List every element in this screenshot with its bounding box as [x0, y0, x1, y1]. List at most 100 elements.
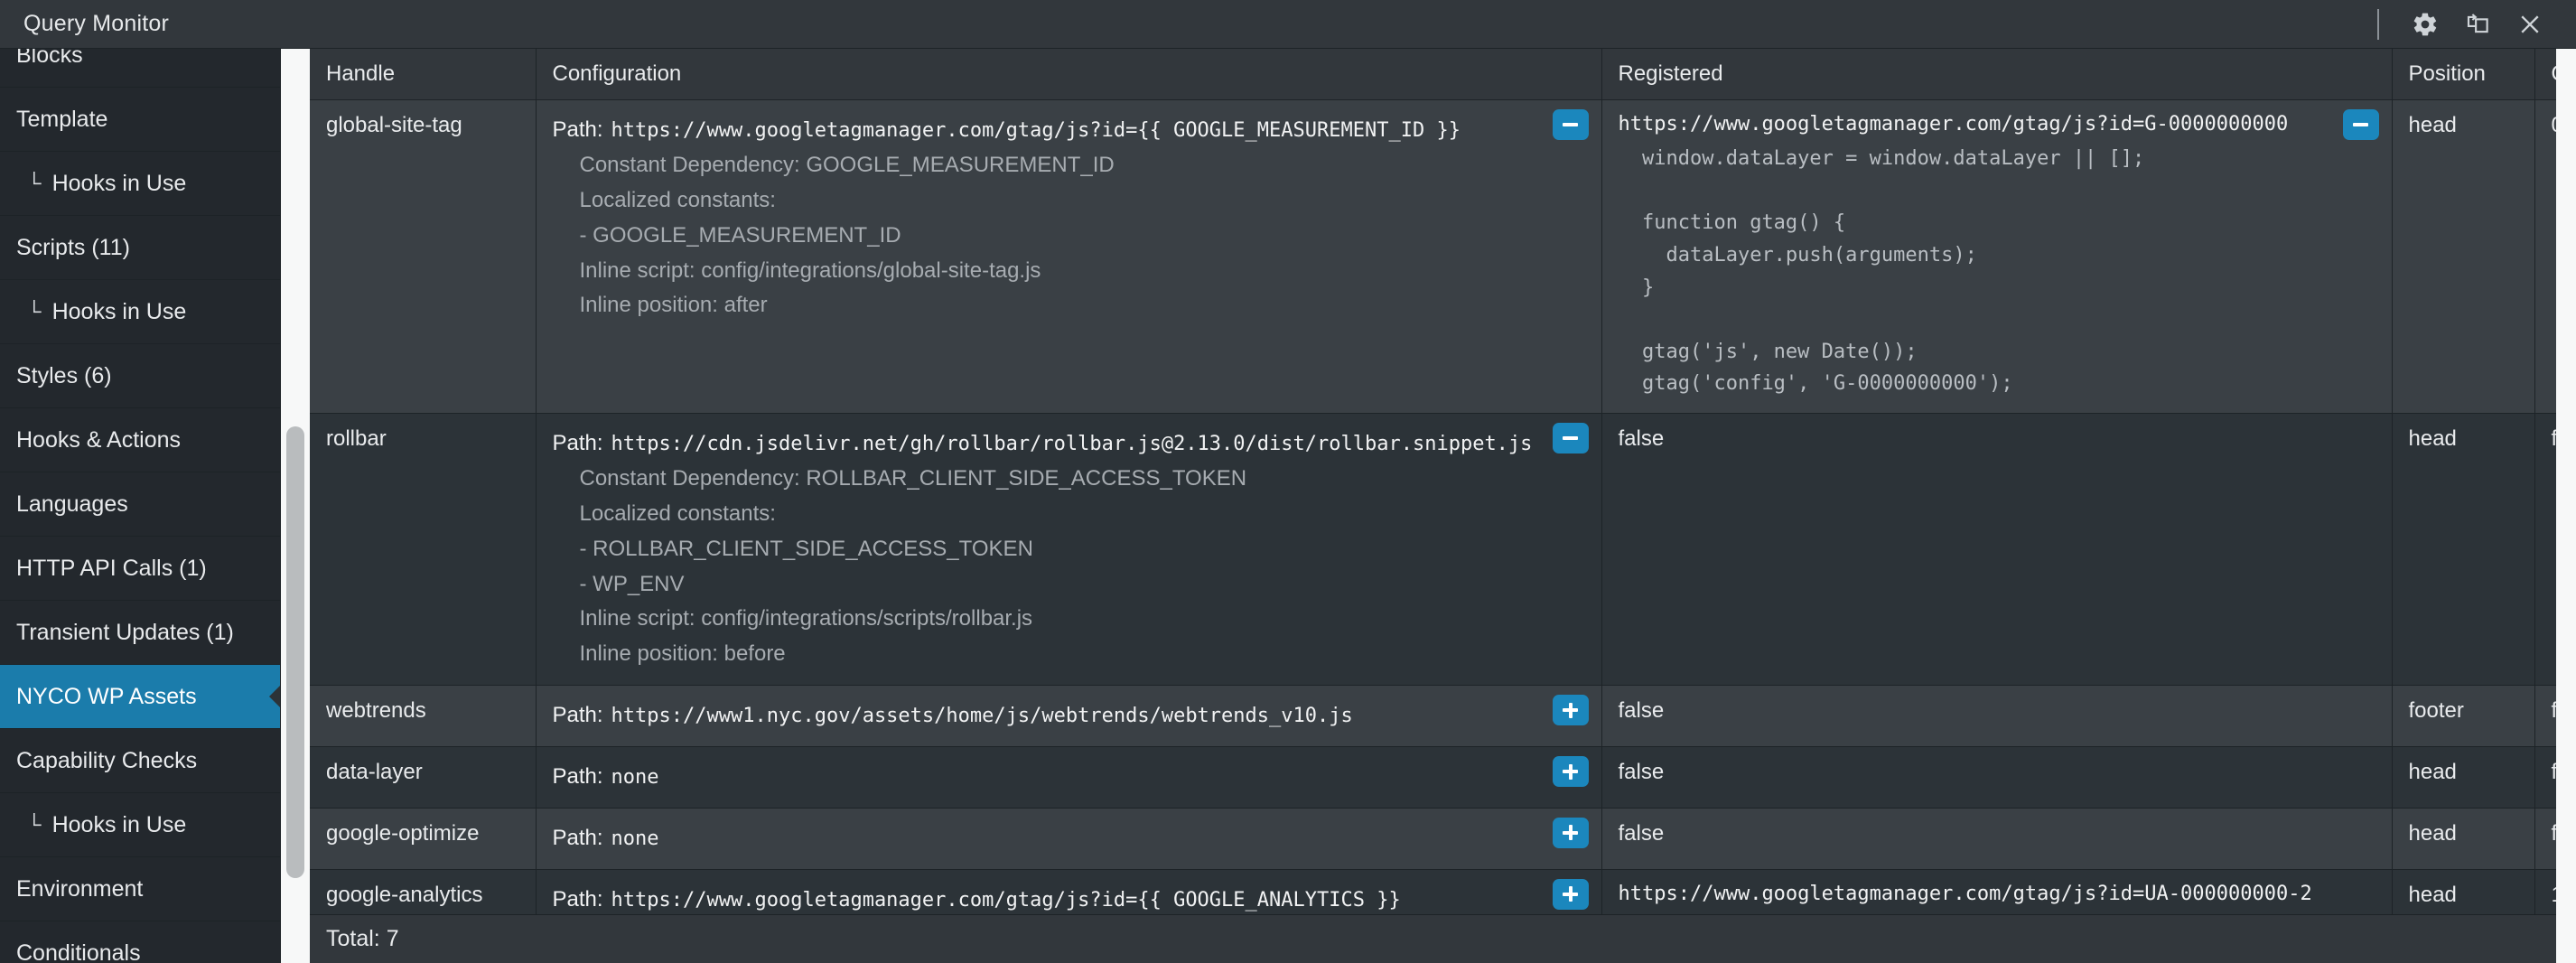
config-detail-line: - WP_ENV — [579, 571, 685, 596]
table-body: global-site-tag Path: https://www.googleta… — [310, 99, 2556, 914]
tree-corner-icon: └ — [27, 172, 42, 194]
sidebar-item-http-api-calls-1[interactable]: HTTP API Calls (1) — [0, 537, 280, 601]
sidebar-item-capability-checks[interactable]: Capability Checks — [0, 729, 280, 793]
popout-window-icon — [2464, 11, 2491, 38]
sidebar-item-hooks-in-use[interactable]: └ Hooks in Use — [0, 793, 280, 857]
cell-handle: google-optimize — [310, 808, 537, 870]
sidebar-item-label: Hooks in Use — [51, 811, 187, 837]
settings-button[interactable] — [2399, 0, 2451, 49]
sidebar-item-label: Scripts (11) — [16, 234, 130, 260]
query-monitor-window: Query Monitor Blocks Template └ Hooks in… — [0, 0, 2576, 963]
sidebar-item-scripts-11[interactable]: Scripts (11) — [0, 216, 280, 280]
window-controls — [2370, 0, 2556, 49]
column-header-handle[interactable]: Handle — [310, 49, 537, 100]
registered-url: https://www.googletagmanager.com/gtag/js… — [1618, 113, 2289, 136]
sidebar-item-hooks-in-use[interactable]: └ Hooks in Use — [0, 152, 280, 216]
config-path-label: Path: — [552, 431, 603, 455]
sidebar-list: Blocks Template └ Hooks in Use Scripts (11) └… — [0, 49, 280, 963]
cell-registered: false — [1601, 808, 2393, 870]
cell-position: head — [2392, 746, 2535, 809]
sidebar-item-label: Blocks — [16, 49, 83, 68]
table-row: webtrends Path: https://www1.nyc.gov/asset… — [310, 685, 2556, 747]
config-detail-line: Inline position: after — [579, 293, 768, 318]
cell-position: head — [2392, 808, 2535, 870]
config-detail-line: Localized constants: — [579, 500, 776, 526]
plus-icon-vertical — [1568, 825, 1573, 841]
minus-icon — [1563, 436, 1578, 440]
registered-value: false — [1618, 820, 1665, 846]
sidebar-nav: Blocks Template └ Hooks in Use Scripts (11) └… — [0, 49, 281, 963]
cell-queue: false — [2534, 808, 2556, 870]
close-button[interactable] — [2504, 0, 2556, 49]
config-path-value: none — [611, 827, 659, 850]
minus-icon — [2353, 123, 2368, 126]
title-bar: Query Monitor — [0, 0, 2576, 49]
cell-registered: false — [1601, 746, 2393, 809]
config-detail-line: Inline position: before — [579, 641, 786, 667]
config-detail-line: - ROLLBAR_CLIENT_SIDE_ACCESS_TOKEN — [579, 536, 1033, 561]
table-row: global-site-tag Path: https://www.googleta… — [310, 99, 2556, 414]
collapse-config-button[interactable] — [1552, 109, 1589, 140]
collapse-config-button[interactable] — [1552, 423, 1589, 453]
collapse-registered-button[interactable] — [2342, 109, 2379, 140]
table-row: rollbar Path: https://cdn.jsdelivr.net/gh/… — [310, 413, 2556, 687]
column-header-registered[interactable]: Registered — [1601, 49, 2393, 100]
main-panel: HandleConfigurationRegisteredPositionQue… — [310, 49, 2556, 963]
sidebar-item-label: Languages — [16, 491, 128, 517]
tree-corner-icon: └ — [27, 813, 42, 836]
expand-config-button[interactable] — [1552, 695, 1589, 726]
sidebar-scrollbar[interactable] — [281, 49, 310, 963]
cell-queue: 0 — [2534, 99, 2556, 414]
cell-handle: webtrends — [310, 685, 537, 747]
expand-config-button[interactable] — [1552, 878, 1589, 910]
sidebar-item-languages[interactable]: Languages — [0, 472, 280, 537]
sidebar-item-label: Styles (6) — [16, 362, 112, 388]
config-path-label: Path: — [552, 764, 603, 789]
sidebar-item-styles-6[interactable]: Styles (6) — [0, 344, 280, 408]
window-title: Query Monitor — [23, 11, 169, 36]
popout-button[interactable] — [2451, 0, 2504, 49]
main-scrollbar[interactable] — [2556, 49, 2576, 963]
sidebar-item-template[interactable]: Template — [0, 88, 280, 152]
sidebar-item-blocks[interactable]: Blocks — [0, 49, 280, 88]
config-path-label: Path: — [552, 703, 603, 728]
expand-config-button[interactable] — [1552, 817, 1589, 848]
sidebar-item-environment[interactable]: Environment — [0, 857, 280, 921]
expand-config-button[interactable] — [1552, 756, 1589, 787]
cell-queue: false — [2534, 746, 2556, 809]
column-header-position[interactable]: Position — [2392, 49, 2535, 100]
sidebar-item-nyco-wp-assets[interactable]: NYCO WP Assets — [0, 665, 280, 729]
registered-url: https://www.googletagmanager.com/gtag/js… — [1618, 882, 2312, 905]
cell-queue: false — [2534, 685, 2556, 747]
cell-handle: google-analytics — [310, 869, 537, 914]
sidebar-item-label: HTTP API Calls (1) — [16, 555, 207, 581]
cell-queue: 1 — [2534, 869, 2556, 914]
config-detail-line: Constant Dependency: GOOGLE_MEASUREMENT_… — [579, 152, 1115, 177]
sidebar-item-hooks-in-use[interactable]: └ Hooks in Use — [0, 280, 280, 344]
close-icon — [2516, 11, 2543, 38]
cell-registered: false — [1601, 413, 2393, 687]
sidebar-scrollbar-thumb[interactable] — [286, 426, 304, 878]
table-header-row: HandleConfigurationRegisteredPositionQue… — [310, 49, 2556, 100]
sidebar-item-label: Capability Checks — [16, 747, 198, 773]
cell-position: head — [2392, 413, 2535, 687]
assets-table-container: HandleConfigurationRegisteredPositionQue… — [310, 49, 2556, 914]
cell-configuration: Path: none — [536, 808, 1602, 870]
sidebar-item-label: NYCO WP Assets — [16, 683, 197, 709]
tree-corner-icon: └ — [27, 300, 42, 323]
cell-position: head — [2392, 99, 2535, 414]
minus-icon — [1563, 123, 1578, 126]
column-header-configuration[interactable]: Configuration — [536, 49, 1602, 100]
sidebar-item-label: Transient Updates (1) — [16, 619, 234, 645]
config-detail-line: Inline script: config/integrations/globa… — [579, 257, 1041, 283]
sidebar-item-conditionals[interactable]: Conditionals — [0, 921, 280, 963]
table-row: data-layerPath:nonefalseheadfalse — [310, 746, 2556, 809]
cell-registered: https://www.googletagmanager.com/gtag/js… — [1601, 869, 2393, 914]
sidebar-item-label: Template — [16, 106, 108, 132]
sidebar-item-transient-updates-1[interactable]: Transient Updates (1) — [0, 601, 280, 665]
config-path-value: https://www.googletagmanager.com/gtag/js… — [611, 888, 1401, 912]
table-row: google-analytics Path: https://www.googlet… — [310, 869, 2556, 914]
sidebar-item-hooks-actions[interactable]: Hooks & Actions — [0, 408, 280, 472]
column-header-queue[interactable]: Queue — [2534, 49, 2556, 100]
config-path-label: Path: — [552, 117, 603, 142]
